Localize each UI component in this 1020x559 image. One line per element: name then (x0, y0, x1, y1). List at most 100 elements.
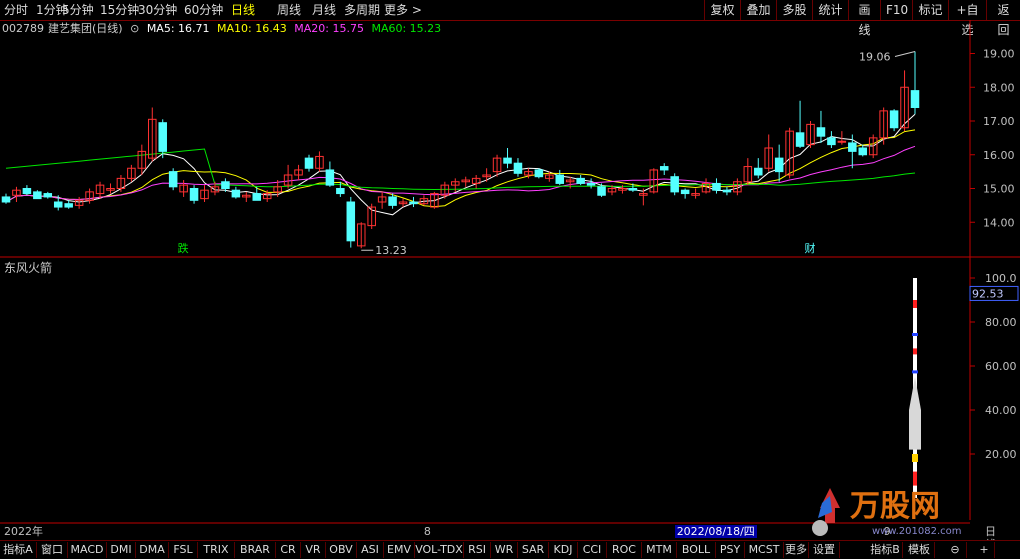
candle-body (670, 176, 679, 193)
toolbar-button-8[interactable]: 返回 (986, 0, 1020, 37)
indicator-tab-4[interactable]: DMA (136, 542, 169, 558)
right-tab-1[interactable]: 模板 (904, 542, 935, 558)
candle-body (837, 140, 847, 143)
price-tick-label: 14.00 (983, 216, 1015, 229)
indicator-tab-25[interactable]: 设置 (809, 542, 840, 558)
toolbar-button-2[interactable]: 多股 (776, 0, 812, 20)
candle-body (43, 193, 53, 198)
indicator-tab-3[interactable]: DMI (107, 542, 136, 558)
indicator-tab-9[interactable]: VR (301, 542, 326, 558)
candle-body (503, 157, 512, 164)
toolbar-button-6[interactable]: 标记 (912, 0, 948, 20)
indicator-tab-1[interactable]: 窗口 (37, 542, 68, 558)
indicator-tick-label: 20.00 (985, 448, 1017, 461)
candle-body (409, 201, 418, 205)
toolbar-button-1[interactable]: 叠加 (740, 0, 776, 20)
indicator-tab-2[interactable]: MACD (68, 542, 107, 558)
indicator-tab-24[interactable]: 更多 (784, 542, 809, 558)
signal-marker: 跌 (178, 241, 189, 255)
candle-body (231, 189, 241, 198)
toolbar-button-4[interactable]: 画线 (848, 0, 880, 37)
indicator-tick-label: 100.0 (985, 272, 1017, 285)
candle-body (848, 142, 857, 152)
indicator-title: 东风火箭 (4, 261, 53, 275)
rocket-booster (909, 377, 921, 450)
candle-body (64, 203, 73, 208)
period-tab-3[interactable]: 15分钟 (100, 2, 139, 18)
period-tab-4[interactable]: 30分钟 (138, 2, 177, 18)
indicator-tab-11[interactable]: ASI (357, 542, 384, 558)
brand-text: 万股网 (850, 489, 940, 524)
indicator-tab-21[interactable]: BOLL (677, 542, 716, 558)
period-tab-0[interactable]: 分时 (4, 2, 28, 18)
indicator-tab-17[interactable]: KDJ (549, 542, 578, 558)
rocket-ring (912, 370, 918, 374)
indicator-current-value: 92.53 (972, 287, 1004, 300)
indicator-tab-18[interactable]: CCI (578, 542, 607, 558)
candle-body (795, 132, 805, 147)
price-chart[interactable]: 19.00 18.00 17.00 16.00 15.00 14.00 19.06 13.23… (0, 20, 1020, 540)
high-price-label: 19.06 (859, 50, 891, 63)
indicator-tab-22[interactable]: PSY (716, 542, 745, 558)
candle-body (659, 166, 669, 171)
period-tab-2[interactable]: 5分钟 (62, 2, 94, 18)
indicator-tab-7[interactable]: BRAR (235, 542, 276, 558)
high-arrow (894, 50, 916, 57)
candle-body (53, 201, 63, 208)
candle-body (346, 201, 356, 242)
candle-body (597, 186, 606, 196)
indicator-tab-20[interactable]: MTM (642, 542, 677, 558)
right-tab-2[interactable]: ⊖ (944, 542, 967, 558)
toolbar-button-0[interactable]: 复权 (704, 0, 740, 20)
candle-body (754, 167, 763, 176)
candle-body (722, 189, 732, 193)
indicator-tab-19[interactable]: ROC (607, 542, 642, 558)
top-toolbar: 分时 1分钟 5分钟 15分钟 30分钟 60分钟 日线 周线 月线 多周期 更多 > 复权 叠加 多股统… (0, 0, 1020, 37)
indicator-tab-13[interactable]: VOL-TDX (415, 542, 464, 558)
candle-body (221, 181, 230, 189)
indicator-tab-12[interactable]: EMV (384, 542, 415, 558)
candle-body (1, 196, 11, 203)
candle-body (816, 127, 826, 137)
period-tab-7[interactable]: 周线 (277, 2, 301, 18)
period-tab-8[interactable]: 月线 (312, 2, 336, 18)
indicator-tab-8[interactable]: CR (276, 542, 301, 558)
right-tab-0[interactable]: 指标B (868, 542, 903, 558)
indicator-tab-23[interactable]: MCST (745, 542, 784, 558)
toolbar-button-5[interactable]: F10 (880, 0, 912, 20)
period-tab-9[interactable]: 多周期 (344, 2, 380, 18)
date-label: 2022/08/18/四 (674, 525, 757, 538)
indicator-tab-15[interactable]: WR (491, 542, 518, 558)
toolbar-button-3[interactable]: 统计 (812, 0, 848, 20)
period-tab-6[interactable]: 日线 (231, 2, 255, 18)
right-tab-3[interactable]: + (974, 542, 995, 558)
candle-body (304, 157, 314, 169)
candle-body (680, 189, 690, 195)
indicator-tab-14[interactable]: RSI (464, 542, 491, 558)
candle-body (22, 188, 32, 195)
bottom-tab-bar: 指标A 窗口 MACD DMI DMA FSL TRIX BRAR CR VR OBV ASI EMV V… (0, 540, 1020, 559)
candle-body (189, 188, 199, 201)
price-tick-label: 16.00 (983, 149, 1015, 162)
toolbar-button-7[interactable]: +自选 (948, 0, 986, 37)
candle-body (555, 174, 565, 184)
price-tick-label: 15.00 (983, 183, 1015, 196)
indicator-tab-10[interactable]: OBV (326, 542, 357, 558)
candle-body (158, 122, 167, 152)
date-label: 2022年 (4, 525, 43, 538)
candle-body (712, 182, 721, 191)
candle-body (576, 177, 585, 184)
indicator-tab-5[interactable]: FSL (169, 542, 198, 558)
indicator-tab-16[interactable]: SAR (518, 542, 549, 558)
period-tab-5[interactable]: 60分钟 (184, 2, 223, 18)
low-price-label: 13.23 (375, 244, 407, 257)
period-tab-10[interactable]: 更多 > (384, 2, 422, 18)
rocket-stripe (913, 348, 917, 355)
price-tick-label: 19.00 (983, 48, 1015, 61)
candle-body (628, 188, 638, 191)
indicator-tick-label: 80.00 (985, 316, 1017, 329)
indicator-tab-6[interactable]: TRIX (198, 542, 235, 558)
indicator-tab-0[interactable]: 指标A (0, 542, 37, 558)
indicator-tick-label: 40.00 (985, 404, 1017, 417)
candle-body (336, 188, 345, 195)
